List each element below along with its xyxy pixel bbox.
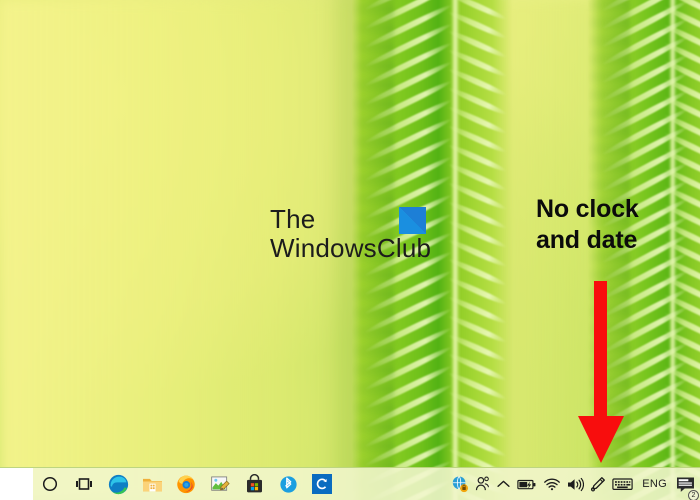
- chevron-up-icon: [497, 480, 510, 487]
- windows-start-icon: [8, 475, 25, 493]
- windowsclub-logo-icon: [399, 207, 426, 234]
- taskbar-item-microsoft-store[interactable]: [237, 468, 271, 500]
- firefox-icon: [177, 475, 195, 494]
- tray-item-wifi[interactable]: [540, 468, 564, 500]
- taskbar-empty-area[interactable]: [339, 468, 448, 500]
- app-blue-icon: [312, 474, 332, 494]
- help-globe-icon: [453, 476, 469, 493]
- pen-icon: [591, 477, 606, 492]
- taskbar-item-paint[interactable]: [203, 468, 237, 500]
- annotation-text: No clock and date: [536, 194, 696, 255]
- start-button[interactable]: [0, 467, 33, 500]
- watermark-line-2: WindowsClub: [270, 233, 432, 264]
- arrow-shaft: [594, 281, 607, 423]
- tray-item-language[interactable]: ENG: [636, 468, 673, 500]
- taskbar[interactable]: ENG 2: [0, 467, 700, 500]
- bluetooth-icon: [279, 475, 297, 493]
- tray-item-action-center[interactable]: 2: [673, 468, 699, 500]
- taskbar-item-file-explorer[interactable]: [135, 468, 169, 500]
- red-down-arrow-icon: [578, 281, 624, 463]
- logo-facet-lightblue: [399, 207, 426, 234]
- people-icon: [476, 476, 490, 491]
- wifi-icon: [544, 478, 561, 491]
- taskbar-pinned-apps[interactable]: [33, 468, 339, 500]
- tray-item-show-hidden-icons[interactable]: [493, 468, 514, 500]
- microsoft-edge-icon: [108, 474, 128, 494]
- battery-icon: [517, 479, 536, 489]
- keyboard-icon: [612, 478, 633, 490]
- tray-item-touch-keyboard[interactable]: [609, 468, 636, 500]
- system-tray[interactable]: ENG 2: [448, 468, 700, 500]
- tray-item-battery[interactable]: [514, 468, 540, 500]
- notification-count-badge: 2: [688, 489, 699, 500]
- taskbar-item-app-blue[interactable]: [305, 468, 339, 500]
- annotation-line-1: No clock: [536, 195, 639, 223]
- task-view-icon: [76, 478, 92, 490]
- speaker-icon: [568, 477, 585, 491]
- file-explorer-icon: [142, 478, 162, 491]
- paint-icon: [211, 476, 230, 491]
- arrow-head: [578, 416, 624, 463]
- watermark: The WindowsClub: [270, 204, 470, 267]
- tray-item-volume[interactable]: [564, 468, 587, 500]
- taskbar-item-bluetooth[interactable]: [271, 468, 305, 500]
- desktop[interactable]: The WindowsClub No clock and date ENG 2: [0, 0, 700, 500]
- taskbar-item-task-view[interactable]: [67, 468, 101, 500]
- taskbar-item-cortana[interactable]: [33, 468, 67, 500]
- tray-item-windows-ink[interactable]: [587, 468, 609, 500]
- annotation-line-2: and date: [536, 225, 638, 254]
- watermark-line-1: The: [270, 204, 316, 234]
- taskbar-item-edge[interactable]: [101, 468, 135, 500]
- tray-item-help-globe[interactable]: [448, 468, 472, 500]
- cortana-circle-icon: [42, 476, 58, 492]
- taskbar-item-firefox[interactable]: [169, 468, 203, 500]
- microsoft-store-icon: [246, 474, 262, 493]
- tray-item-people[interactable]: [472, 468, 493, 500]
